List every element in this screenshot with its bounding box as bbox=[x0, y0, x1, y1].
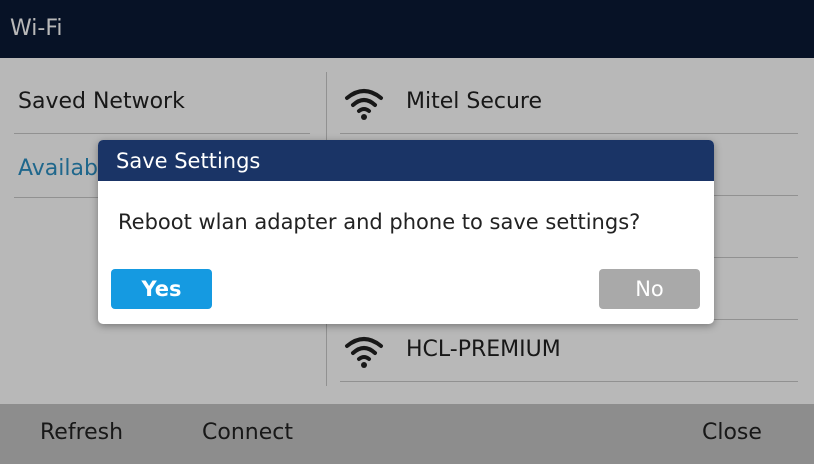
no-button[interactable]: No bbox=[599, 269, 700, 309]
dialog-title: Save Settings bbox=[116, 149, 261, 173]
dialog-header: Save Settings bbox=[98, 140, 714, 181]
save-settings-dialog: Save Settings Reboot wlan adapter and ph… bbox=[98, 140, 714, 324]
yes-button[interactable]: Yes bbox=[111, 269, 212, 309]
wifi-screen: Wi-Fi Saved Network Available Networks M… bbox=[0, 0, 814, 464]
dialog-message: Reboot wlan adapter and phone to save se… bbox=[118, 210, 641, 234]
